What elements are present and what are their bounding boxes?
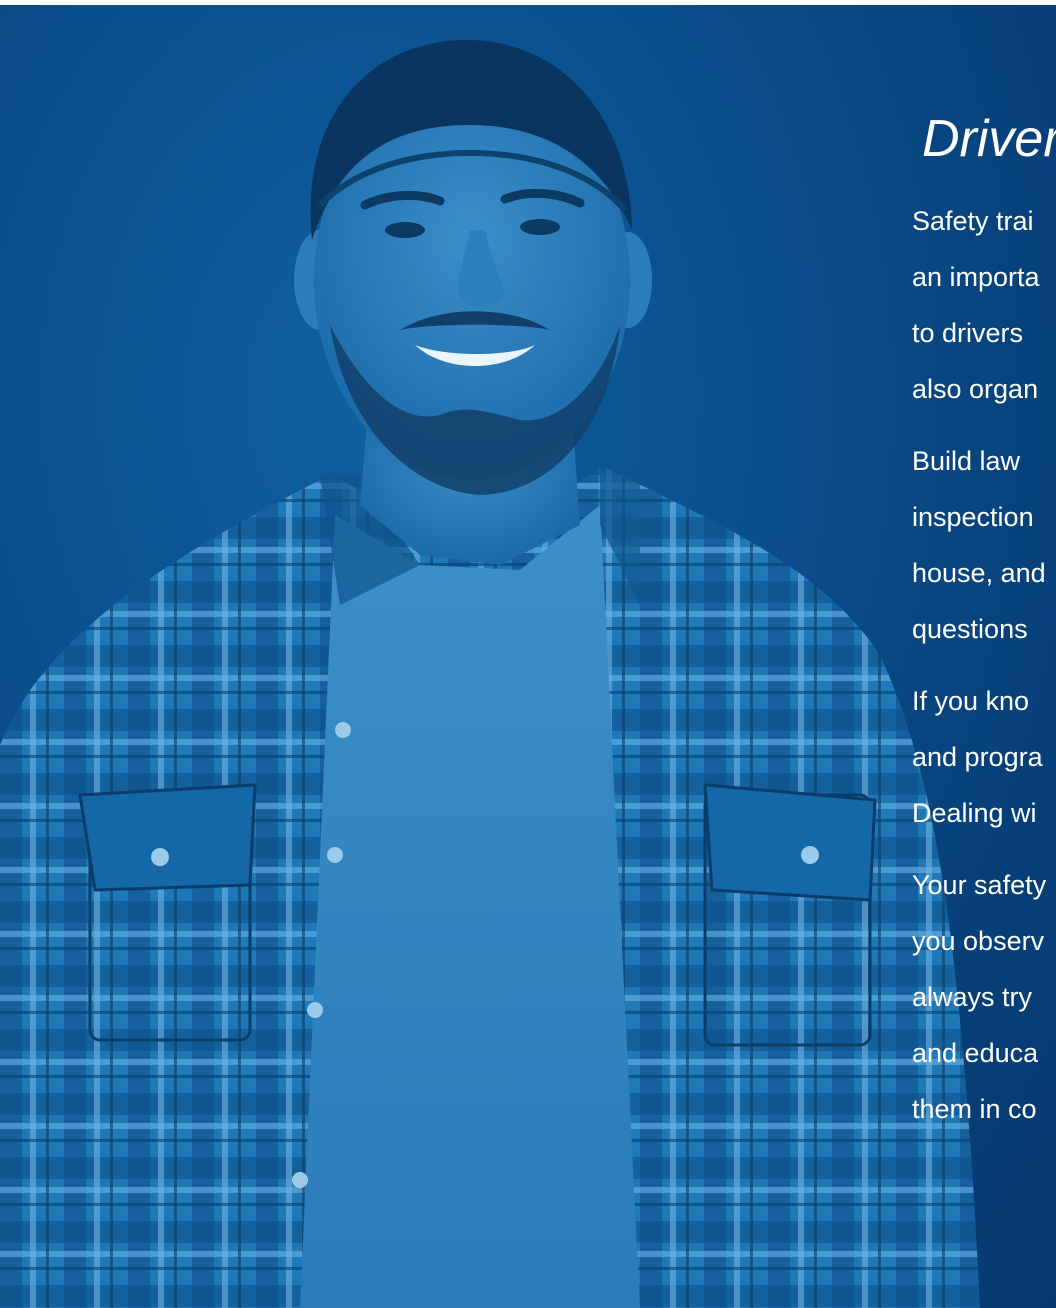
paragraph-line: Your safety — [912, 870, 1047, 900]
paragraph-line: Safety trai — [912, 206, 1034, 236]
driver-photo — [0, 39, 980, 1308]
paragraph-line: and educa — [912, 1038, 1039, 1068]
paragraph-if-you-know: If you kno and progra Dealing wi — [912, 673, 1056, 841]
paragraph-build-law: Build law inspection house, and question… — [912, 433, 1056, 657]
paragraph-line: always try — [912, 982, 1033, 1012]
hero-heading: Driver — [922, 110, 1056, 168]
paragraph-line: If you kno — [912, 686, 1030, 716]
paragraph-line: an importa — [912, 262, 1040, 292]
page: Driver Safety trai an importa to drivers… — [0, 0, 1056, 1308]
paragraph-line: questions — [912, 614, 1028, 644]
paragraph-line: them in co — [912, 1094, 1037, 1124]
paragraph-line: and progra — [912, 742, 1043, 772]
hero-section: Driver Safety trai an importa to drivers… — [0, 5, 1056, 1308]
paragraph-line: house, and — [912, 558, 1046, 588]
paragraph-safety-training: Safety trai an importa to drivers also o… — [912, 193, 1056, 417]
paragraph-your-safety: Your safety you observ always try and ed… — [912, 857, 1056, 1137]
paragraph-line: Dealing wi — [912, 798, 1037, 828]
paragraph-line: also organ — [912, 374, 1039, 404]
hero-content: Driver Safety trai an importa to drivers… — [912, 95, 1056, 1137]
paragraph-line: you observ — [912, 926, 1045, 956]
paragraph-line: to drivers — [912, 318, 1024, 348]
paragraph-line: inspection — [912, 502, 1034, 532]
paragraph-line: Build law — [912, 446, 1021, 476]
